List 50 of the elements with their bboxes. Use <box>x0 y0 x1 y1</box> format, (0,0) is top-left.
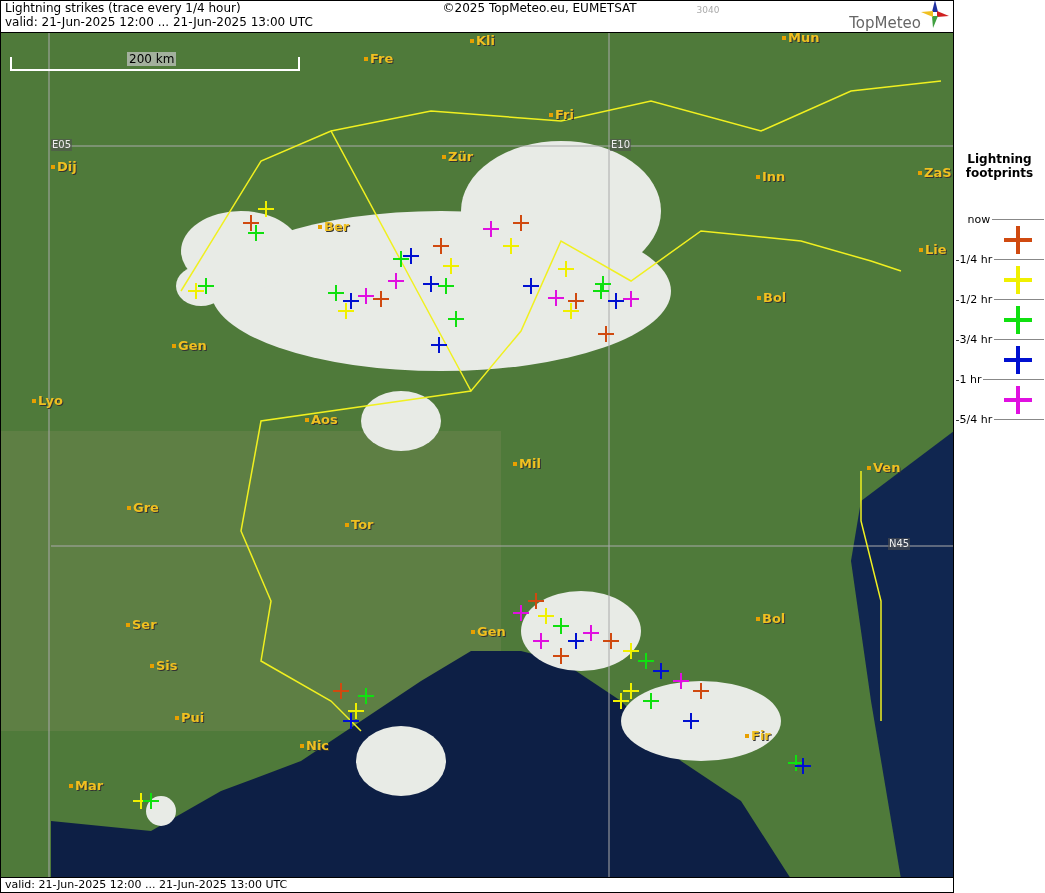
city-label: Gen <box>178 338 207 354</box>
legend-tick-label: -1/4 hr <box>955 253 993 267</box>
city-label: Ven <box>873 460 901 476</box>
valid-time-text: valid: 21-Jun-2025 12:00 ... 21-Jun-2025 13:00 UTC <box>5 878 288 891</box>
city-label: Ser <box>132 617 157 633</box>
legend-tick-label: now <box>967 213 991 227</box>
legend-title: Lightning footprints <box>964 152 1035 181</box>
grid-label: E05 <box>51 139 73 151</box>
city-label: Mil <box>519 456 541 472</box>
city-label: Mun <box>788 33 820 46</box>
city-label: Fir <box>751 728 771 744</box>
city-label: Zür <box>448 149 474 165</box>
cloud-drawing <box>146 796 176 826</box>
city-label: Bol <box>762 611 786 627</box>
grid-label: E10 <box>610 139 632 151</box>
lightning-cluster-drawing <box>242 200 275 242</box>
city-label: Gre <box>133 500 159 516</box>
city-label: Fre <box>370 51 394 67</box>
lightning-cluster-drawing <box>132 792 160 810</box>
image-code: 3040 <box>696 5 720 16</box>
city-label: Tor <box>351 517 374 533</box>
city-label: Bol <box>763 290 787 306</box>
grid-label: N45 <box>888 538 911 550</box>
legend-tick-label: -5/4 hr <box>955 413 993 427</box>
logo-text: TopMeteo <box>849 14 921 32</box>
city-label: Gen <box>477 624 506 640</box>
city-label: Aos <box>311 412 338 428</box>
city-label: Nic <box>306 738 330 754</box>
lightning-cluster-drawing <box>787 754 812 775</box>
lightning-cluster-drawing <box>187 277 215 300</box>
city-label: Inn <box>762 169 786 185</box>
city-label: Lyo <box>38 393 63 409</box>
city-label: ZaS <box>924 165 952 181</box>
map-title: Lightning strikes (trace every 1/4 hour) <box>5 1 242 16</box>
legend-tick-label: -1 hr <box>955 373 982 387</box>
valid-time-text: valid: 21-Jun-2025 12:00 ... 21-Jun-2025 13:00 UTC <box>5 15 313 30</box>
city-label: Dij <box>57 159 77 175</box>
city-label: Pui <box>181 710 205 726</box>
lightning-cluster-drawing <box>332 682 375 730</box>
city-label: Kli <box>476 33 495 49</box>
city-label: Ber <box>324 219 350 235</box>
city-label: Mar <box>75 778 104 794</box>
city-label: Lie <box>925 242 947 258</box>
compass-star-icon <box>921 0 949 28</box>
city-label: Fri <box>555 107 574 123</box>
copyright-text: ©2025 TopMeteo.eu, EUMETSAT <box>442 1 637 16</box>
scale-label: 200 km <box>127 52 177 67</box>
legend-tick-label: -3/4 hr <box>955 333 993 347</box>
legend-tick-label: -1/2 hr <box>955 293 993 307</box>
city-label: Sis <box>156 658 178 674</box>
